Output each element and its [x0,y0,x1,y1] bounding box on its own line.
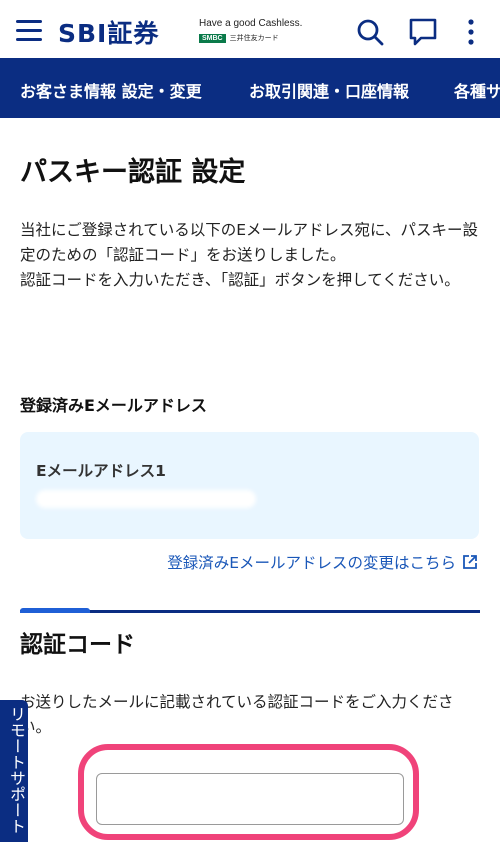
verification-code-input[interactable] [96,773,404,825]
email-address-redacted [36,490,256,508]
email-card: Eメールアドレス1 [20,432,479,539]
change-email-link-text[interactable]: 登録済みEメールアドレスの変更はこちら [167,551,456,573]
smbc-badge: SMBC [199,33,226,43]
section-tab-indicator [20,608,90,613]
partner-name: 三井住友カード [229,34,279,42]
description-paragraph-2: 認証コードを入力いただき、「認証」ボタンを押してください。 [20,271,460,289]
tagline: Have a good Cashless. [199,18,303,29]
verification-code-title: 認証コード [20,632,135,658]
menu-icon[interactable] [16,20,42,42]
nav-item-transactions[interactable]: お取引関連・口座情報 [249,78,409,102]
remote-support-tab[interactable]: リモートサポート [0,700,28,842]
partner-logo: SMBC 三井住友カード [199,33,279,43]
change-email-link[interactable]: 登録済みEメールアドレスの変更はこちら [167,551,478,573]
brand-logo[interactable]: SBI証券 [58,14,159,50]
chat-icon[interactable] [408,17,438,47]
search-icon[interactable] [355,17,385,47]
remote-support-label[interactable]: リモートサポート [4,706,28,834]
external-link-icon [463,555,477,569]
nav-item-customer-settings[interactable]: お客さま情報 設定・変更 [20,78,202,102]
more-vertical-icon[interactable] [456,17,486,47]
nav-item-various[interactable]: 各種サ [454,78,500,102]
email-card-label: Eメールアドレス1 [36,462,166,480]
global-nav: お客さま情報 設定・変更 お取引関連・口座情報 各種サ [0,58,500,118]
verification-code-instruction: お送りしたメールに記載されている認証コードをご入力ください。 [20,693,454,736]
page-title: パスキー認証 設定 [20,157,246,188]
app-header: SBI証券 Have a good Cashless. SMBC 三井住友カード [0,0,500,58]
registered-email-label: 登録済みEメールアドレス [20,396,207,415]
description-paragraph-1: 当社にご登録されている以下のEメールアドレス宛に、パスキー設定のための「認証コー… [20,221,479,264]
page-description: 当社にご登録されている以下のEメールアドレス宛に、パスキー設定のための「認証コー… [20,218,480,293]
